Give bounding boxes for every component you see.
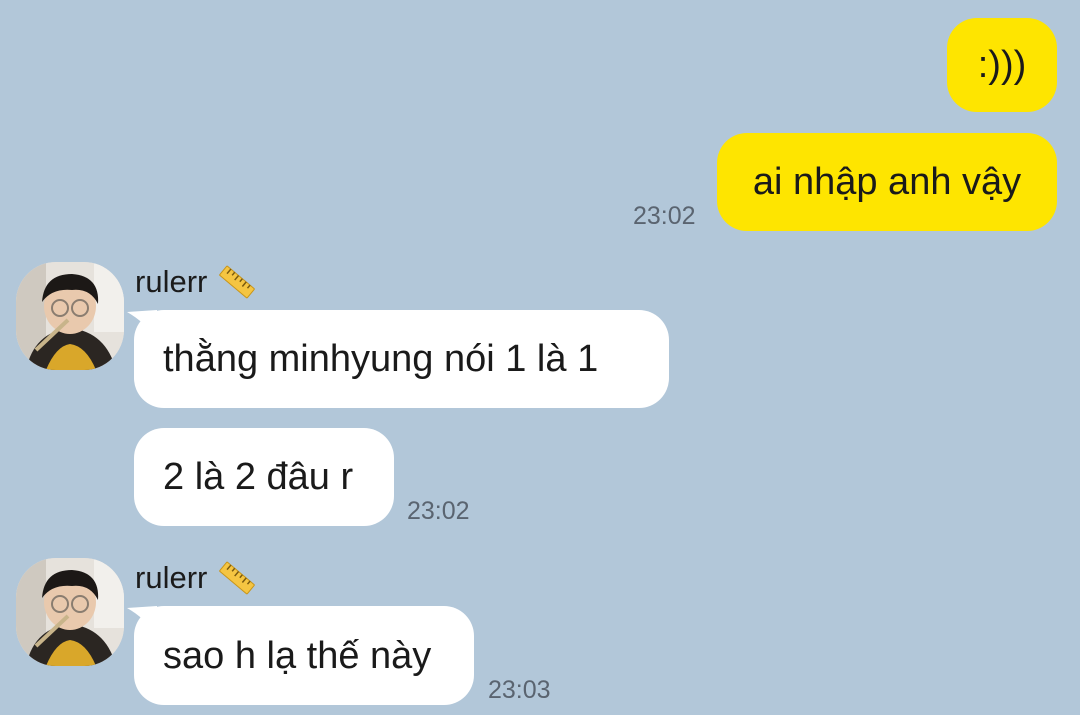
message-timestamp: 23:02	[633, 202, 696, 230]
avatar-photo	[16, 558, 124, 666]
avatar[interactable]	[16, 262, 124, 370]
message-text: 2 là 2 đâu r	[163, 456, 354, 498]
incoming-message[interactable]: thằng minhyung nói 1 là 1	[134, 310, 669, 408]
message-timestamp: 23:02	[407, 497, 470, 525]
ruler-icon	[219, 265, 256, 299]
message-text: ai nhập anh vậy	[752, 161, 1022, 203]
incoming-message[interactable]: sao h lạ thế này	[134, 606, 474, 705]
chat-area[interactable]: :))) ai nhập anh vậy 23:02 rulerr thằng …	[0, 0, 1080, 715]
sender-name-text: rulerr	[135, 264, 208, 299]
sender-name: rulerr	[135, 262, 257, 302]
outgoing-message[interactable]: :)))	[947, 18, 1057, 112]
ruler-icon	[219, 561, 256, 595]
avatar[interactable]	[16, 558, 124, 666]
avatar-photo	[16, 262, 124, 370]
message-text: sao h lạ thế này	[163, 634, 432, 677]
sender-name-text: rulerr	[135, 560, 208, 595]
sender-name: rulerr	[135, 558, 257, 598]
incoming-message[interactable]: 2 là 2 đâu r	[134, 428, 394, 526]
outgoing-message[interactable]: ai nhập anh vậy	[717, 133, 1057, 231]
message-timestamp: 23:03	[488, 676, 551, 704]
message-text: thằng minhyung nói 1 là 1	[163, 338, 599, 380]
message-text: :)))	[977, 44, 1027, 86]
